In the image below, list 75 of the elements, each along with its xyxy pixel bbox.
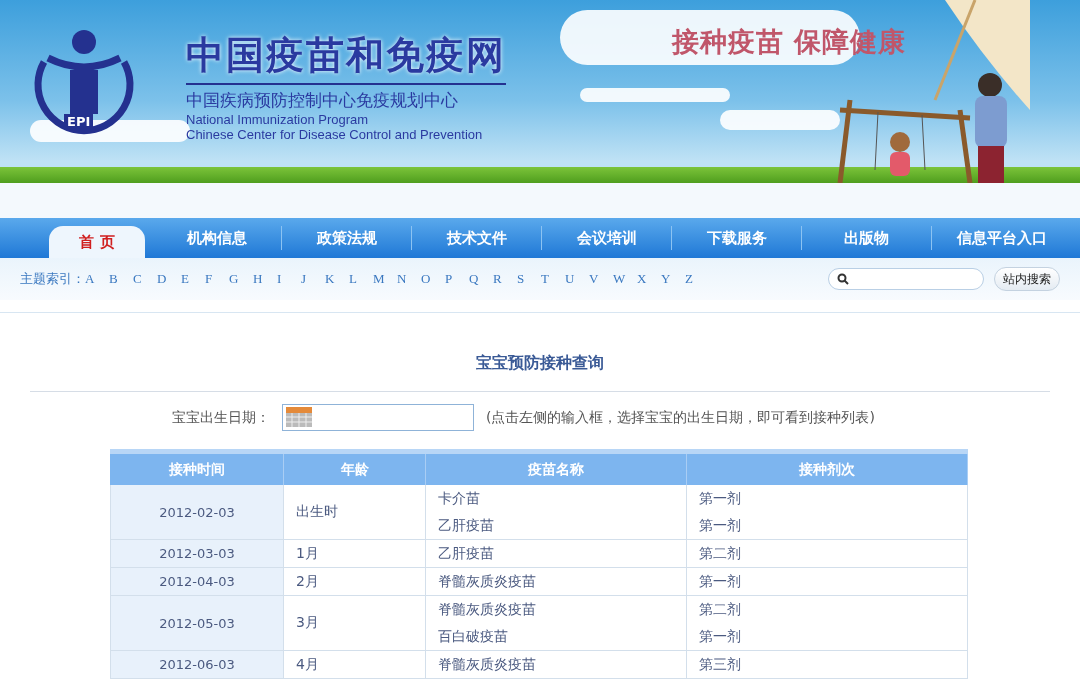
site-title: 中国疫苗和免疫网 (186, 30, 506, 85)
birth-date-field[interactable] (282, 404, 474, 431)
index-letter-link[interactable]: O (421, 271, 445, 287)
index-letter-link[interactable]: L (349, 271, 373, 287)
birth-date-label: 宝宝出生日期： (172, 408, 270, 427)
nav-tab[interactable]: 政策法规 (316, 218, 377, 258)
calendar-icon (286, 407, 312, 427)
index-letter-link[interactable]: U (565, 271, 589, 287)
column-header: 年龄 (284, 454, 426, 485)
table-cell-text: 乙肝疫苗 (437, 515, 495, 535)
table-cell-text: 第二剂 (698, 599, 742, 619)
index-letter-link[interactable]: I (277, 271, 301, 287)
index-letter-link[interactable]: Z (685, 271, 709, 287)
index-letter-link[interactable]: R (493, 271, 517, 287)
nav-tab[interactable]: 技术文件 (446, 218, 507, 258)
logo-text: EPI (64, 114, 94, 129)
nav-tab[interactable]: 首 页 (49, 226, 145, 258)
index-letter-link[interactable]: H (253, 271, 277, 287)
table-cell: 2012-05-03 (110, 596, 284, 650)
table-cell-text: 第二剂 (698, 543, 742, 563)
site-subtitle: 中国疾病预防控制中心免疫规划中心 (186, 89, 459, 112)
nav-tab[interactable]: 机构信息 (186, 218, 247, 258)
query-title: 宝宝预防接种查询 (475, 353, 605, 374)
index-letter-link[interactable]: F (205, 271, 229, 287)
index-letter-link[interactable]: Y (661, 271, 685, 287)
index-letter-link[interactable]: T (541, 271, 565, 287)
index-letter-link[interactable]: C (133, 271, 157, 287)
index-letter-link[interactable]: Q (469, 271, 493, 287)
nav-tab[interactable]: 信息平台入口 (957, 218, 1047, 258)
index-letter-link[interactable]: P (445, 271, 469, 287)
index-letter-link[interactable]: W (613, 271, 637, 287)
table-cell: 2012-02-03 (110, 485, 284, 539)
table-cell: 1月 (284, 540, 426, 567)
index-letter-link[interactable]: X (637, 271, 661, 287)
table-cell: 2012-04-03 (110, 568, 284, 595)
table-cell: 2012-03-03 (110, 540, 284, 567)
search-icon (837, 273, 849, 285)
index-letter-link[interactable]: E (181, 271, 205, 287)
table-cell-text: 脊髓灰质炎疫苗 (437, 654, 537, 674)
table-cell-text: 第三剂 (698, 654, 742, 674)
index-letter-link[interactable]: V (589, 271, 613, 287)
table-cell-text: 脊髓灰质炎疫苗 (437, 599, 537, 619)
table-cell: 2月 (284, 568, 426, 595)
index-letter-link[interactable]: S (517, 271, 541, 287)
column-header: 疫苗名称 (426, 454, 687, 485)
index-letter-link[interactable]: B (109, 271, 133, 287)
site-search-button[interactable]: 站内搜索 (994, 267, 1060, 291)
table-cell-text: 第一剂 (698, 571, 742, 591)
index-letter-link[interactable]: J (301, 271, 325, 287)
table-cell-text: 第一剂 (698, 488, 742, 508)
table-cell-text: 脊髓灰质炎疫苗 (437, 571, 537, 591)
table-cell-text: 卡介苗 (437, 488, 481, 508)
table-cell-text: 百白破疫苗 (437, 626, 509, 646)
index-letter-link[interactable]: N (397, 271, 421, 287)
table-cell: 2012-06-03 (110, 651, 284, 678)
nav-tab[interactable]: 会议培训 (576, 218, 637, 258)
index-letter-link[interactable]: K (325, 271, 349, 287)
index-letter-link[interactable]: G (229, 271, 253, 287)
nav-tab[interactable]: 出版物 (844, 218, 889, 258)
table-cell-text: 乙肝疫苗 (437, 543, 495, 563)
table-cell: 3月 (284, 596, 426, 650)
index-letter-link[interactable]: D (157, 271, 181, 287)
english-subtitle: Chinese Center for Disease Control and Prevention (186, 127, 484, 142)
table-cell: 4月 (284, 651, 426, 678)
table-cell: 出生时 (284, 485, 426, 539)
index-letter-link[interactable]: A (85, 271, 109, 287)
english-subtitle: National Immunization Program (186, 112, 370, 127)
search-field[interactable] (828, 268, 984, 290)
nav-tab[interactable]: 下载服务 (706, 218, 767, 258)
hint-text: (点击左侧的输入框，选择宝宝的出生日期，即可看到接种列表) (486, 408, 875, 427)
column-header: 接种剂次 (687, 454, 968, 485)
topic-index-label: 主题索引： (20, 270, 85, 288)
table-cell-text: 第一剂 (698, 626, 742, 646)
table-cell-text: 第一剂 (698, 515, 742, 535)
index-letter-link[interactable]: M (373, 271, 397, 287)
